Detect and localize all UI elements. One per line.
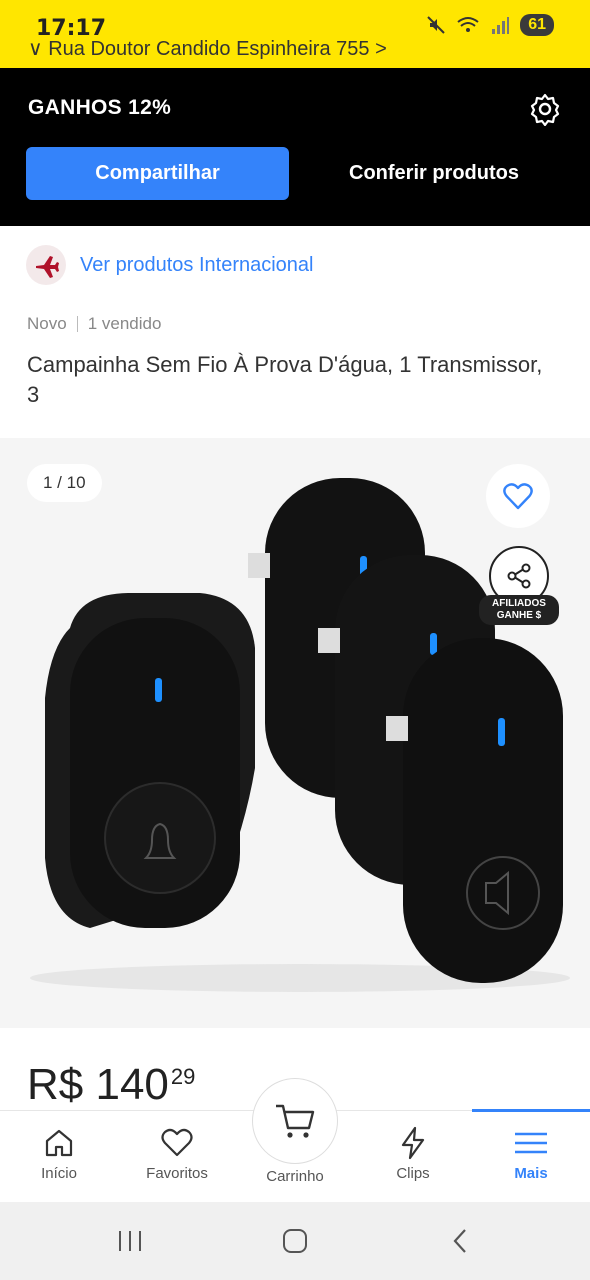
international-row[interactable]: Ver produtos Internacional xyxy=(26,245,314,285)
heart-icon xyxy=(161,1128,193,1157)
product-title: Campainha Sem Fio À Prova D'água, 1 Tran… xyxy=(27,352,543,407)
cart-button[interactable] xyxy=(252,1078,338,1164)
status-bar: 17:17 ∨ Rua Doutor Candido Espinheira 75… xyxy=(0,0,590,68)
affiliate-tag: AFILIADOS GANHE $ xyxy=(479,595,559,625)
international-link[interactable]: Ver produtos Internacional xyxy=(80,254,314,277)
nav-more[interactable]: Mais xyxy=(472,1109,590,1203)
cart-icon xyxy=(276,1104,315,1138)
affiliate-tag-line1: AFILIADOS xyxy=(492,598,546,609)
recent-apps-button[interactable] xyxy=(110,1224,150,1258)
check-products-button[interactable]: Conferir produtos xyxy=(305,147,563,200)
system-navigation xyxy=(0,1202,590,1280)
favorite-button[interactable] xyxy=(486,464,550,528)
airplane-icon xyxy=(26,245,66,285)
nav-home-label: Início xyxy=(41,1165,77,1182)
nav-more-label: Mais xyxy=(514,1165,548,1182)
wifi-icon xyxy=(457,17,479,32)
mute-icon xyxy=(427,16,445,34)
recent-apps-icon xyxy=(119,1231,141,1251)
screen: 17:17 ∨ Rua Doutor Candido Espinheira 75… xyxy=(0,0,590,1280)
nav-home[interactable]: Início xyxy=(0,1111,118,1203)
back-button[interactable] xyxy=(440,1224,480,1258)
system-icons: 61 xyxy=(426,14,554,36)
price: R$ 140 29 xyxy=(27,1058,195,1112)
heart-icon xyxy=(503,483,533,510)
affiliate-gain-label: GANHOS 12% xyxy=(28,96,172,119)
affiliate-tag-line2: GANHE $ xyxy=(496,610,542,621)
sold-count: 1 vendido xyxy=(87,314,162,333)
affiliate-banner: GANHOS 12% Compartilhar Conferir produto… xyxy=(0,68,590,226)
battery-indicator: 61 xyxy=(520,14,554,36)
home-system-icon xyxy=(283,1229,307,1253)
product-gallery[interactable]: 1 / 10 AFILIADOS GANHE $ xyxy=(0,438,590,1028)
nav-clips-label: Clips xyxy=(396,1165,430,1182)
delivery-address[interactable]: ∨ Rua Doutor Candido Espinheira 755 > xyxy=(28,36,387,61)
menu-icon xyxy=(515,1132,547,1154)
image-counter: 1 / 10 xyxy=(27,464,102,502)
home-icon xyxy=(45,1129,73,1157)
nav-cart-label: Carrinho xyxy=(266,1168,324,1185)
back-icon xyxy=(453,1229,466,1253)
share-icon xyxy=(507,563,531,589)
home-system-button[interactable] xyxy=(275,1224,315,1258)
price-main: R$ 140 xyxy=(27,1060,169,1109)
meta-divider xyxy=(76,316,78,332)
product-image xyxy=(30,478,570,992)
condition-label: Novo xyxy=(27,314,67,333)
share-button[interactable]: Compartilhar xyxy=(26,147,289,200)
signal-icon xyxy=(492,17,510,34)
nav-favorites-label: Favoritos xyxy=(146,1165,208,1182)
product-meta: Novo 1 vendido xyxy=(27,314,161,334)
gear-icon[interactable] xyxy=(528,92,562,126)
lightning-icon xyxy=(401,1126,425,1160)
nav-clips[interactable]: Clips xyxy=(354,1111,472,1203)
price-cents: 29 xyxy=(170,1064,196,1089)
nav-favorites[interactable]: Favoritos xyxy=(118,1111,236,1203)
